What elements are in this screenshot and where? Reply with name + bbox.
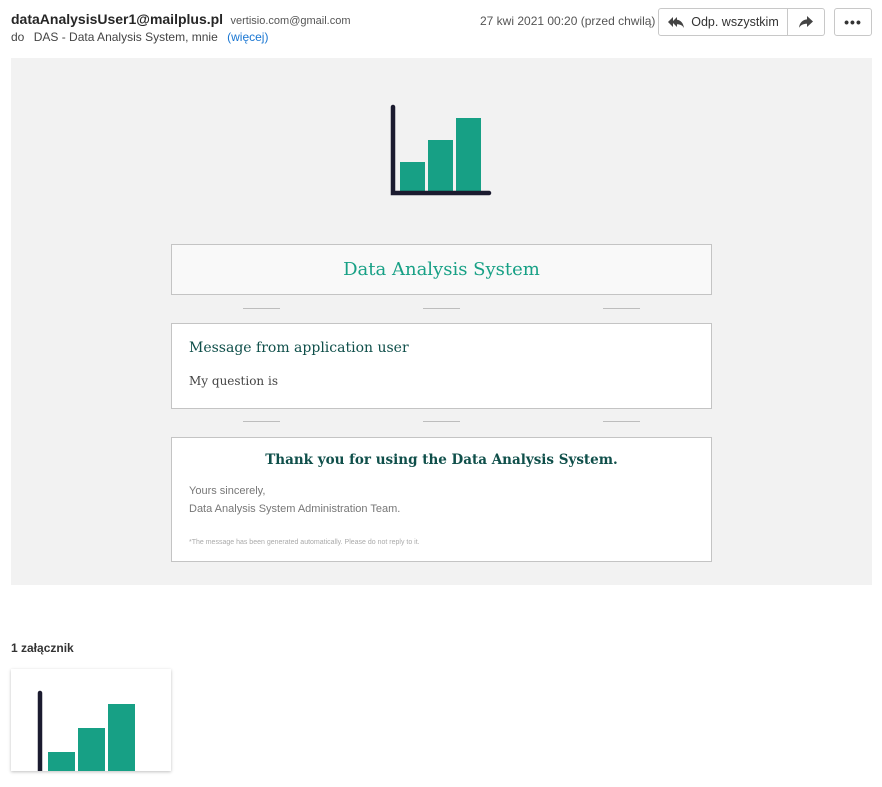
message-text: My question is <box>189 374 278 388</box>
signature-team: Data Analysis System Administration Team… <box>189 503 401 515</box>
divider <box>243 308 280 309</box>
reply-button-group: Odp. wszystkim <box>658 8 825 36</box>
email-title: Data Analysis System <box>343 259 540 280</box>
email-body: Data Analysis System Message from applic… <box>11 58 872 585</box>
thanks-card: Thank you for using the Data Analysis Sy… <box>171 437 712 562</box>
chart-logo-icon <box>37 690 135 771</box>
recipients-line: do DAS - Data Analysis System, mnie (wię… <box>11 30 268 44</box>
divider <box>603 308 640 309</box>
divider <box>423 308 460 309</box>
more-recipients-link[interactable]: (więcej) <box>227 30 268 44</box>
auto-generated-note: *The message has been generated automati… <box>189 539 420 546</box>
divider <box>423 421 460 422</box>
forward-icon <box>799 16 813 28</box>
message-date: 27 kwi 2021 00:20 (przed chwilą) <box>480 14 656 28</box>
reply-all-label: Odp. wszystkim <box>691 15 779 29</box>
forward-button[interactable] <box>788 8 825 36</box>
more-actions-button[interactable]: ••• <box>834 8 872 36</box>
divider <box>243 421 280 422</box>
thanks-heading: Thank you for using the Data Analysis Sy… <box>265 452 618 468</box>
message-heading: Message from application user <box>189 340 409 356</box>
message-header: dataAnalysisUser1@mailplus.pl vertisio.c… <box>11 8 872 50</box>
attachment-thumbnail[interactable] <box>11 669 171 771</box>
divider <box>603 421 640 422</box>
sender-address: vertisio.com@gmail.com <box>230 15 351 27</box>
recipients: DAS - Data Analysis System, mnie <box>33 30 218 44</box>
chart-logo-icon <box>390 104 492 196</box>
message-card: Message from application user My questio… <box>171 323 712 409</box>
reply-all-icon <box>668 17 685 28</box>
attachments-title: 1 załącznik <box>11 641 74 655</box>
sender-name[interactable]: dataAnalysisUser1@mailplus.pl <box>11 11 223 27</box>
signature-greeting: Yours sincerely, <box>189 485 266 497</box>
sender: dataAnalysisUser1@mailplus.pl vertisio.c… <box>11 11 351 29</box>
reply-all-button[interactable]: Odp. wszystkim <box>658 8 788 36</box>
more-icon: ••• <box>844 14 862 30</box>
email-title-box: Data Analysis System <box>171 244 712 295</box>
to-label: do <box>11 30 25 44</box>
